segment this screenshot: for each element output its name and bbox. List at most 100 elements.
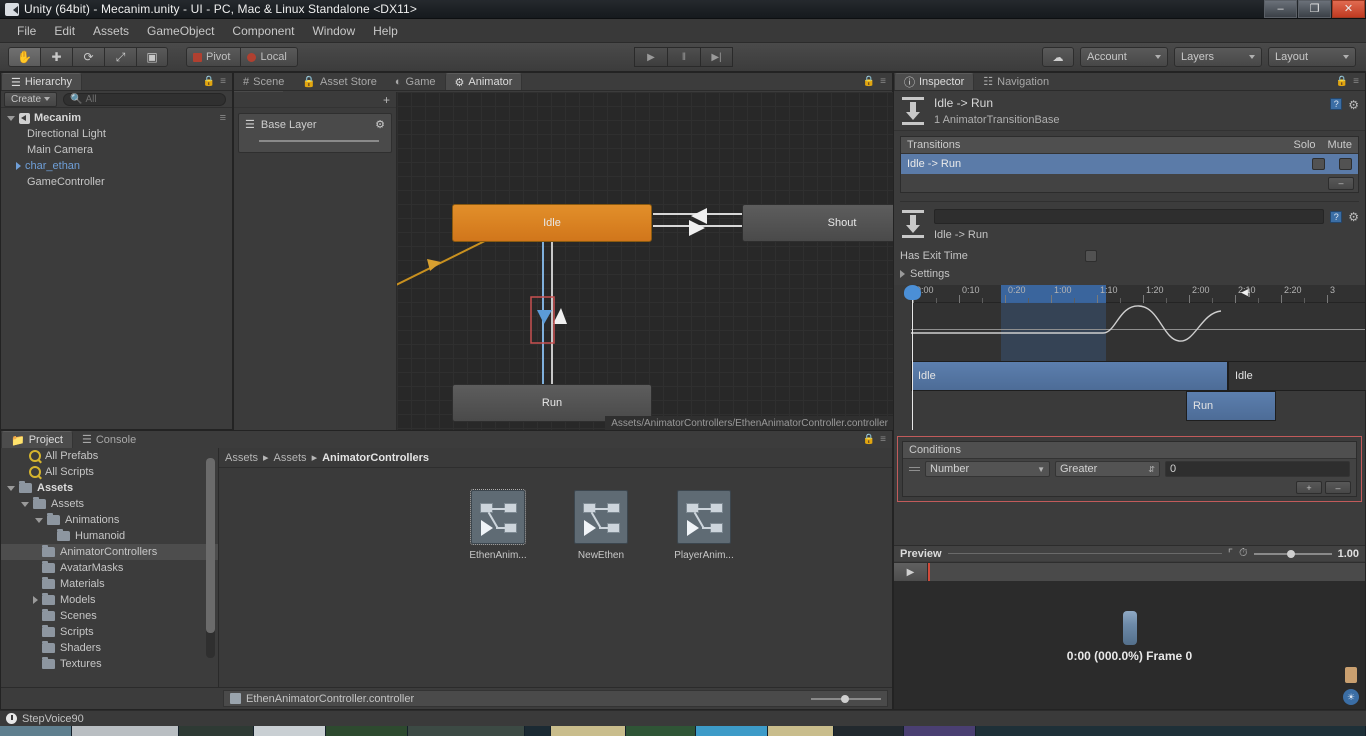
scale-tool-button[interactable]: ⤢ [104,47,136,67]
lock-icon[interactable]: 🔒 [203,76,215,87]
taskbar-item[interactable] [768,726,834,736]
chevron-right-icon[interactable] [16,162,21,170]
timeline-playhead[interactable] [904,285,921,430]
maximize-button[interactable]: ❐ [1298,0,1331,18]
tree-item-humanoid[interactable]: Humanoid [1,528,218,544]
table-row[interactable]: Idle -> Run [901,154,1358,174]
asset-item-playeranimatorcontroller[interactable]: PlayerAnim... [669,490,739,561]
tab-hierarchy[interactable]: ☰ Hierarchy [1,73,82,90]
layers-dropdown[interactable]: Layers [1174,47,1262,67]
timeline-ruler[interactable]: 0:00 0:10 0:20 1:00 1:10 1:20 2:00 2:10 … [911,285,1365,303]
tree-item-models[interactable]: Models [1,592,218,608]
breadcrumb-item[interactable]: Assets [225,452,258,464]
tab-project[interactable]: 📁 Project [1,431,73,448]
menu-window[interactable]: Window [303,21,364,41]
hierarchy-scene-root[interactable]: Mecanim ≡ [1,110,232,126]
move-tool-button[interactable]: ✚ [40,47,72,67]
tree-item-all-prefabs[interactable]: All Prefabs [1,448,218,464]
taskbar-item[interactable] [551,726,626,736]
menu-file[interactable]: File [8,21,45,41]
remove-transition-button[interactable]: – [1328,176,1354,190]
taskbar-item[interactable] [0,726,72,736]
hand-tool-button[interactable]: ✋ [8,47,40,67]
animator-state-graph[interactable]: Idle Shout Run Assets/AnimatorController… [397,92,894,431]
settings-foldout[interactable]: Settings [894,265,1365,283]
chevron-down-icon[interactable] [7,485,15,491]
chevron-down-icon[interactable] [35,517,43,523]
avatar-icon[interactable] [1345,667,1357,683]
panel-menu-icon[interactable]: ≡ [220,112,232,124]
minimize-button[interactable]: – [1264,0,1297,18]
tree-item-scenes[interactable]: Scenes [1,608,218,624]
lock-icon[interactable]: 🔒 [863,76,875,87]
slider-handle[interactable] [841,694,849,703]
remove-condition-button[interactable]: – [1325,481,1351,494]
hierarchy-item-directional-light[interactable]: Directional Light [1,126,232,142]
taskbar-item[interactable] [408,726,525,736]
asset-item-newethen[interactable]: NewEthen [566,490,636,561]
taskbar-item[interactable] [254,726,326,736]
taskbar-item[interactable] [326,726,408,736]
project-tree[interactable]: All Prefabs All Scripts Assets Assets An… [1,448,219,687]
transition-name-input[interactable] [934,209,1325,224]
layer-row-base-layer[interactable]: ☰ Base Layer ⚙ [238,113,392,153]
condition-parameter-dropdown[interactable]: Number ▼ [925,461,1050,477]
menu-assets[interactable]: Assets [84,21,138,41]
step-button[interactable]: ▶| [700,47,733,67]
tree-item-assets-root[interactable]: Assets [1,480,218,496]
transition-marker-icon[interactable]: ◀| [1241,287,1250,298]
lock-icon[interactable]: 🔒 [1336,76,1348,87]
state-node-shout[interactable]: Shout [742,204,894,242]
tree-item-avatarmasks[interactable]: AvatarMasks [1,560,218,576]
tree-item-animatorcontrollers[interactable]: AnimatorControllers [1,544,218,560]
taskbar-item[interactable] [72,726,179,736]
timeline-curve-area[interactable] [911,303,1365,361]
has-exit-time-checkbox[interactable] [1085,250,1097,262]
add-condition-button[interactable]: + [1296,481,1322,494]
project-tree-scrollbar[interactable] [206,458,215,658]
lock-icon[interactable]: 🔒 [863,434,875,445]
condition-value-input[interactable]: 0 [1165,461,1350,477]
taskbar-item[interactable] [179,726,254,736]
drag-handle-icon[interactable] [909,467,920,471]
solo-checkbox[interactable] [1312,158,1325,170]
tree-item-materials[interactable]: Materials [1,576,218,592]
rotate-tool-button[interactable]: ⟳ [72,47,104,67]
chevron-right-icon[interactable] [900,270,905,278]
help-icon[interactable]: ? [1330,98,1343,110]
layout-dropdown[interactable]: Layout [1268,47,1356,67]
preview-viewport[interactable]: 0:00 (000.0%) Frame 0 ☀ [894,581,1365,709]
state-node-idle[interactable]: Idle [452,204,652,242]
rect-tool-button[interactable]: ▣ [136,47,168,67]
panel-menu-icon[interactable]: ≡ [880,76,886,87]
panel-menu-icon[interactable]: ≡ [1353,76,1359,87]
status-bar[interactable]: StepVoice90 [0,710,1366,726]
tree-item-animations[interactable]: Animations [1,512,218,528]
preview-play-button[interactable]: ▶ [894,563,928,581]
hierarchy-item-gamecontroller[interactable]: GameController [1,174,232,190]
light-icon[interactable]: ☀ [1343,689,1359,705]
tab-console[interactable]: ☰ Console [72,431,146,448]
pause-button[interactable]: ‖ [667,47,700,67]
thumbnail-size-slider[interactable] [811,694,881,703]
layer-weight-slider[interactable] [259,140,379,142]
playhead-handle[interactable] [904,285,921,300]
taskbar-item[interactable] [696,726,768,736]
tab-asset-store[interactable]: 🔒 Asset Store [293,73,386,90]
tree-item-shaders[interactable]: Shaders [1,640,218,656]
transition-timeline[interactable]: 0:00 0:10 0:20 1:00 1:10 1:20 2:00 2:10 … [894,285,1366,430]
chevron-down-icon[interactable] [21,501,29,507]
condition-comparison-dropdown[interactable]: Greater ⇵ [1055,461,1160,477]
gear-icon[interactable]: ⚙ [1348,98,1359,112]
menu-component[interactable]: Component [223,21,303,41]
hierarchy-item-main-camera[interactable]: Main Camera [1,142,232,158]
chevron-down-icon[interactable] [7,115,15,121]
tree-item-scripts[interactable]: Scripts [1,624,218,640]
panel-menu-icon[interactable]: ≡ [220,76,226,87]
tab-scene[interactable]: # Scene [234,73,294,90]
tab-navigation[interactable]: ☷ Navigation [974,73,1059,90]
account-dropdown[interactable]: Account [1080,47,1168,67]
pivot-toggle-button[interactable]: Pivot [186,47,241,67]
tab-animator[interactable]: ⚙ Animator [444,73,523,90]
hierarchy-item-char-ethan[interactable]: char_ethan [1,158,232,174]
